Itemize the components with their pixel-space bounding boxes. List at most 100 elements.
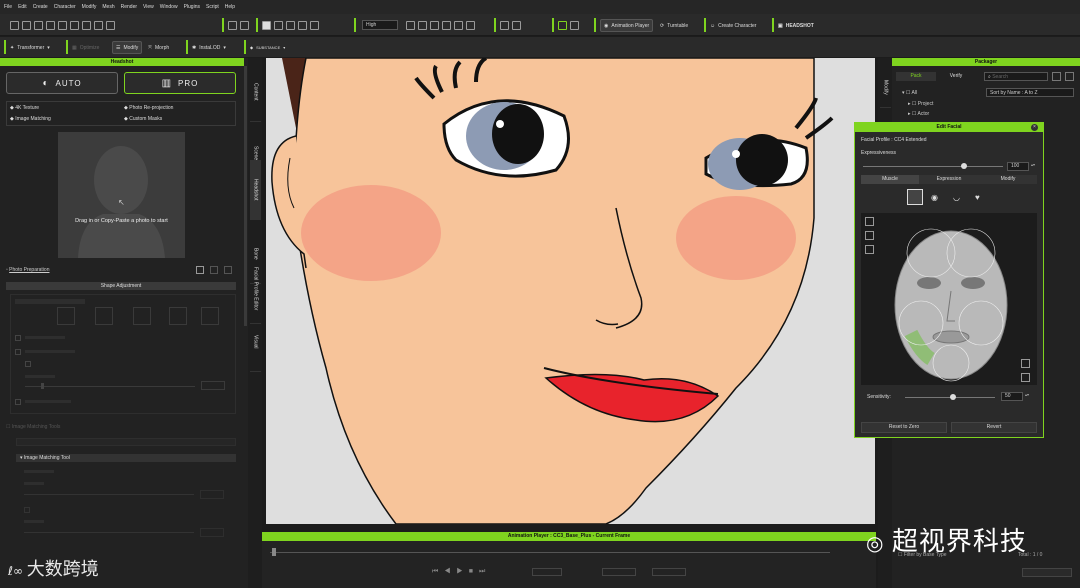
render-icon[interactable] [70,21,79,30]
light-icon[interactable] [454,21,463,30]
expressiveness-slider[interactable] [863,166,1003,167]
export-photo-icon[interactable] [196,266,204,274]
menu-edit[interactable]: Edit [18,4,27,10]
slider-thumb[interactable] [41,383,44,389]
export-icon[interactable] [58,21,67,30]
disabled-checkbox[interactable] [24,507,30,513]
shape-option-button[interactable] [133,307,151,325]
tongue-region-icon[interactable]: ♥ [975,193,980,202]
expressiveness-slider-thumb[interactable] [961,163,967,169]
head-region-icon[interactable] [907,189,923,205]
speed-dropdown[interactable] [602,568,636,576]
mirror-icon[interactable] [865,217,874,226]
shape-option-button[interactable] [201,307,219,325]
undo-icon[interactable] [228,21,237,30]
reset-to-zero-button[interactable]: Reset to Zero [861,422,947,433]
new-file-icon[interactable] [10,21,19,30]
open-folder-icon[interactable] [22,21,31,30]
delete-photo-icon[interactable] [224,266,232,274]
menu-character[interactable]: Character [54,4,76,10]
redo-icon[interactable] [240,21,249,30]
turntable-button[interactable]: ⟳ Turntable [660,19,688,32]
mode-dropdown[interactable] [652,568,686,576]
image-matching-tool-header[interactable]: ▾ Image Matching Tool [16,454,236,462]
wireframe-icon[interactable] [406,21,415,30]
transformer-button[interactable]: ✦ Transformer ▾ [10,41,50,54]
tab-muscle[interactable]: Muscle [861,175,919,184]
bone-icon[interactable] [512,21,521,30]
photo-drop-zone[interactable]: ↖ Drag in or Copy-Paste a photo to start [58,132,185,258]
disabled-number-field[interactable] [201,381,225,390]
disabled-slider[interactable] [24,494,194,495]
left-panel-scrollbar[interactable] [244,66,247,326]
photo-preparation-link[interactable]: ▫ Photo Preparation [6,267,49,273]
tab-verify[interactable]: Verify [936,72,976,81]
quality-dropdown[interactable]: High [362,20,398,30]
close-icon[interactable]: × [1031,124,1038,131]
scale-icon[interactable] [298,21,307,30]
disabled-checkbox[interactable] [25,361,31,367]
menu-file[interactable]: File [4,4,12,10]
menu-script[interactable]: Script [206,4,219,10]
menu-view[interactable]: View [143,4,154,10]
tab-headshot[interactable]: Headshot [250,160,261,220]
expressiveness-value-field[interactable]: 100 [1007,162,1029,171]
refresh-icon[interactable] [1065,72,1074,81]
shape-option-button[interactable] [95,307,113,325]
pro-mode-button[interactable]: ▥ PRO [124,72,236,94]
select-icon[interactable] [262,21,271,30]
import-icon[interactable] [46,21,55,30]
picker-icon[interactable] [106,21,115,30]
revert-button[interactable]: Revert [951,422,1037,433]
disabled-number-field[interactable] [200,528,224,537]
link-icon[interactable] [1021,359,1030,368]
menu-modify[interactable]: Modify [82,4,97,10]
grid-icon[interactable] [418,21,427,30]
disabled-checkbox[interactable] [15,399,21,405]
headshot-button[interactable]: ▣ HEADSHOT [778,19,814,32]
edit-photo-icon[interactable] [210,266,218,274]
disabled-slider[interactable] [24,532,194,533]
disabled-button[interactable] [1022,568,1072,577]
3d-viewport[interactable] [266,58,875,524]
screen-icon[interactable] [82,21,91,30]
view-icon[interactable] [442,21,451,30]
shape-option-button[interactable] [169,307,187,325]
sensitivity-slider-thumb[interactable] [950,394,956,400]
optimize-button[interactable]: ▦ Optimize [72,41,99,54]
stepper-icon[interactable]: ▴▾ [1031,162,1035,167]
animation-player-button[interactable]: ◉ Animation Player [600,19,654,32]
menu-mesh[interactable]: Mesh [102,4,114,10]
flag-icon[interactable] [570,21,579,30]
stepper-icon[interactable]: ▴▾ [1025,392,1029,397]
substance-button[interactable]: ◆ SUBSTANCE ▾ [250,41,285,54]
tab-content[interactable]: Content [250,62,261,122]
tree-item-all[interactable]: ▾ ☐ All [902,90,917,96]
eye-region-icon[interactable]: ◉ [931,193,938,202]
playback-controls[interactable]: ⏮◀▶■⏭ [432,568,491,576]
tree-item-actor[interactable]: ▸ ☐ Actor [908,111,929,117]
menu-plugins[interactable]: Plugins [184,4,200,10]
tab-expression[interactable]: Expression [919,175,979,184]
export-icon[interactable] [1052,72,1061,81]
tab-modify[interactable]: Modify [880,68,891,108]
align-icon[interactable] [310,21,319,30]
scene-icon[interactable] [558,21,567,30]
image-matching-tools-header[interactable]: ☐ Image Matching Tools [6,424,60,430]
sun-icon[interactable] [466,21,475,30]
timeline-playhead[interactable] [272,548,276,556]
move-icon[interactable] [274,21,283,30]
rotate-icon[interactable] [286,21,295,30]
menu-create[interactable]: Create [33,4,48,10]
morph-button[interactable]: ⤧ Morph [148,41,169,54]
create-character-button[interactable]: ☺ Create Character [710,19,756,32]
pick-icon[interactable] [865,245,874,254]
shape-adjustment-header[interactable]: Shape Adjustment [6,282,236,290]
tab-modify[interactable]: Modify [979,175,1037,184]
disabled-checkbox[interactable] [15,349,21,355]
save-icon[interactable] [34,21,43,30]
disabled-slider[interactable] [25,386,195,387]
menu-render[interactable]: Render [121,4,137,10]
menu-help[interactable]: Help [225,4,235,10]
muscle-map-viewport[interactable] [861,213,1037,385]
